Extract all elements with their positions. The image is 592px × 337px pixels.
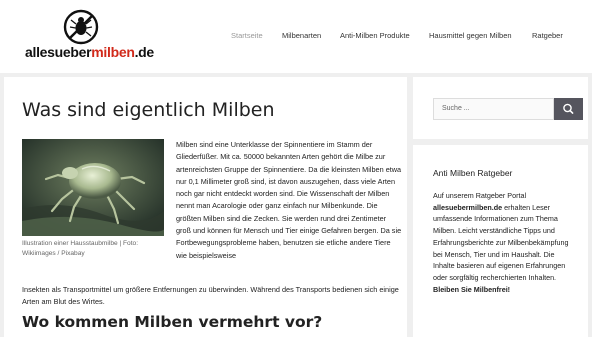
page-title: Was sind eigentlich Milben — [22, 99, 275, 121]
search-icon — [563, 103, 574, 114]
widget-body: erhalten Leser umfassende Informationen … — [433, 202, 569, 282]
widget-intro: Auf unserem Ratgeber Portal — [433, 191, 527, 200]
nav-item-anti-milben-produkte[interactable]: Anti-Milben Produkte — [340, 31, 410, 40]
nav-item-ratgeber[interactable]: Ratgeber — [532, 31, 563, 40]
image-caption: Illustration einer Hausstaubmilbe | Foto… — [22, 240, 139, 257]
logo-wordmark: allesuebermilben.de — [25, 44, 154, 60]
widget-text: Auf unserem Ratgeber Portal allesuebermi… — [433, 190, 578, 295]
nav-item-hausmittel[interactable]: Hausmittel gegen Milben — [429, 31, 512, 40]
nav-item-startseite[interactable]: Startseite — [231, 31, 263, 40]
widget-closing: Bleiben Sie Milbenfrei! — [433, 284, 511, 294]
search-widget: Suche ... — [413, 77, 588, 139]
search-input[interactable]: Suche ... — [433, 98, 554, 120]
section-heading: Wo kommen Milben vermehrt vor? — [22, 313, 323, 331]
intro-paragraph: Milben sind eine Unterklasse der Spinnen… — [176, 140, 402, 260]
nav-item-milbenarten[interactable]: Milbenarten — [282, 31, 321, 40]
site-header: allesuebermilben.de Startseite Milbenart… — [0, 0, 592, 73]
dust-mite-image — [22, 139, 164, 236]
site-name: allesuebermilben.de — [433, 202, 503, 212]
main-navigation: Startseite Milbenarten Anti-Milben Produ… — [0, 31, 592, 45]
search-button[interactable] — [554, 98, 583, 120]
widget-title: Anti Milben Ratgeber — [433, 168, 513, 178]
dust-mite-illustration — [22, 139, 164, 236]
main-content: Was sind eigentlich Milben Illustration … — [4, 77, 407, 337]
ratgeber-widget: Anti Milben Ratgeber Auf unserem Ratgebe… — [413, 145, 588, 337]
intro-paragraph-continued: Insekten als Transportmittel um größere … — [22, 285, 399, 307]
